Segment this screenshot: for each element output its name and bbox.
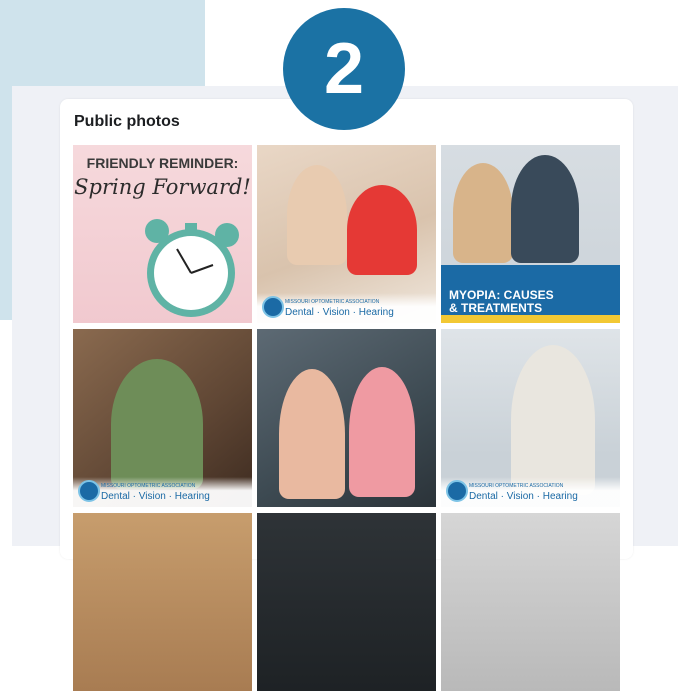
photo-tile[interactable]: [73, 513, 252, 691]
card-title: Public photos: [74, 113, 180, 130]
photo-tile-spring-forward[interactable]: FRIENDLY REMINDER: Spring Forward!: [73, 145, 252, 323]
brand-org: MISSOURI OPTOMETRIC ASSOCIATION: [469, 483, 564, 489]
brand-footer: MISSOURI OPTOMETRIC ASSOCIATION Dental ·…: [73, 477, 252, 507]
eye-logo-icon: [78, 480, 100, 502]
photo-tile-professional-woman[interactable]: MISSOURI OPTOMETRIC ASSOCIATION Dental ·…: [441, 329, 620, 507]
person-figure: [111, 359, 203, 489]
brand-org: MISSOURI OPTOMETRIC ASSOCIATION: [101, 483, 196, 489]
brand-footer: MISSOURI OPTOMETRIC ASSOCIATION Dental ·…: [257, 293, 436, 323]
person-figure: [511, 155, 579, 263]
photo-tile[interactable]: [257, 513, 436, 691]
eye-logo-icon: [446, 480, 468, 502]
alarm-clock-illustration: [145, 219, 239, 317]
eye-logo-icon: [262, 296, 284, 318]
person-figure: [511, 345, 595, 495]
public-photos-card: Public photos FRIENDLY REMINDER: Spring …: [60, 99, 633, 691]
brand-footer: MISSOURI OPTOMETRIC ASSOCIATION Dental ·…: [441, 477, 620, 507]
step-number-badge: 2: [283, 8, 405, 130]
brand-tagline: Dental · Vision · Hearing: [285, 307, 394, 318]
accent-stripe: [441, 315, 620, 323]
child-figure: [347, 185, 417, 275]
person-figure: [453, 163, 513, 263]
photo-tile-kids-painting[interactable]: MISSOURI OPTOMETRIC ASSOCIATION Dental ·…: [257, 145, 436, 323]
brand-tagline: Dental · Vision · Hearing: [101, 491, 210, 502]
brand-tagline: Dental · Vision · Hearing: [469, 491, 578, 502]
child-figure: [349, 367, 415, 497]
child-figure: [287, 165, 347, 265]
photo-grid: FRIENDLY REMINDER: Spring Forward! MISSO…: [73, 145, 620, 691]
child-figure: [279, 369, 345, 499]
tile-title: MYOPIA: CAUSES & TREATMENTS: [449, 287, 554, 315]
photo-tile-myopia[interactable]: MYOPIA: CAUSES & TREATMENTS: [441, 145, 620, 323]
photo-tile-twins[interactable]: [257, 329, 436, 507]
brand-org: MISSOURI OPTOMETRIC ASSOCIATION: [285, 299, 380, 305]
photo-tile-woman-phone[interactable]: MISSOURI OPTOMETRIC ASSOCIATION Dental ·…: [73, 329, 252, 507]
photo-tile[interactable]: [441, 513, 620, 691]
